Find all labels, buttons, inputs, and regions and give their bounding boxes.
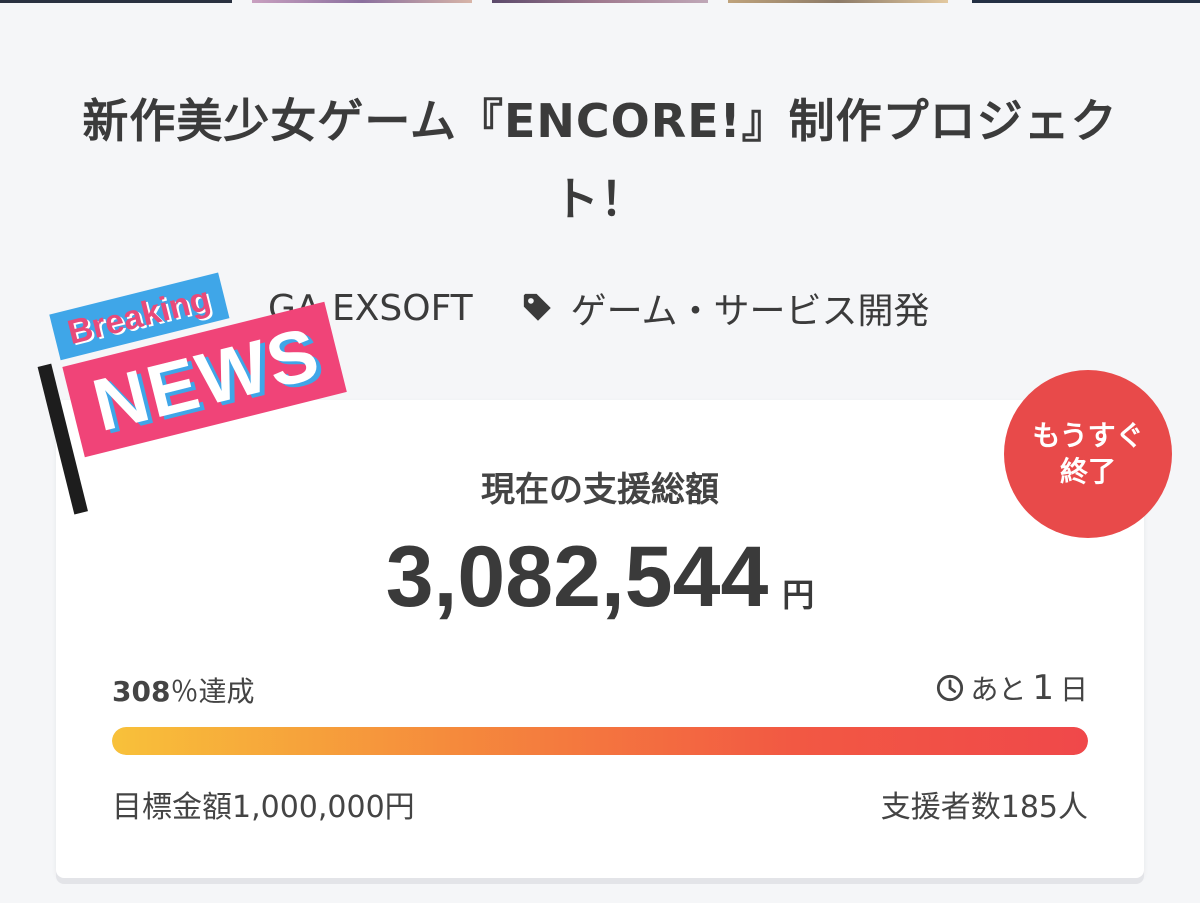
badge-line-1: もうすぐ: [1032, 419, 1144, 452]
tag-icon: [523, 293, 551, 321]
time-remaining: あと 1 日: [936, 668, 1088, 708]
remaining-unit: 日: [1059, 673, 1088, 706]
remaining-days: 1: [1032, 668, 1054, 708]
ending-soon-badge: もうすぐ 終了: [1004, 370, 1172, 538]
badge-line-2: 終了: [1059, 455, 1116, 488]
thumbnail-5[interactable]: [972, 0, 1200, 3]
thumbnail-1[interactable]: [0, 0, 232, 3]
achievement-rate: 308％達成: [112, 670, 254, 710]
achievement-percent: 308: [112, 675, 171, 708]
thumbnail-4[interactable]: [728, 0, 948, 3]
thumbnail-3[interactable]: [492, 0, 708, 3]
category-link[interactable]: ゲーム・サービス開発: [571, 282, 930, 334]
thumbnail-strip: [0, 0, 1200, 3]
amount-row: 3,082,544 円: [56, 528, 1144, 627]
remaining-prefix: あと: [970, 673, 1027, 706]
progress-bar: [112, 727, 1088, 755]
backer-count: 支援者数185人: [880, 790, 1088, 825]
clock-icon: [937, 674, 964, 702]
progress-bar-fill: [112, 727, 1088, 755]
thumbnail-2[interactable]: [252, 0, 472, 3]
project-title: 新作美少女ゲーム『ENCORE!』制作プロジェクト！: [82, 94, 1118, 226]
funding-amount: 3,082,544: [385, 529, 769, 625]
amount-unit: 円: [782, 576, 815, 614]
achievement-suffix: ％達成: [170, 675, 255, 708]
goal-amount: 目標金額1,000,000円: [112, 790, 415, 825]
